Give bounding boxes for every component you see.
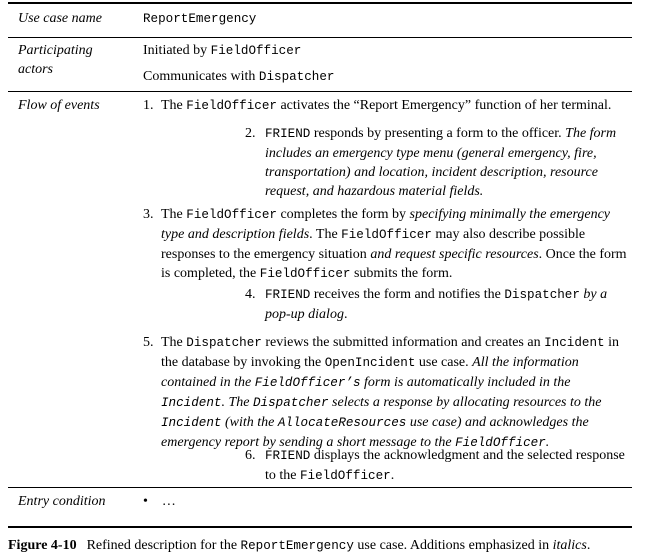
row-divider [8, 487, 632, 488]
flow-step-4: 4. FRIEND receives the form and notifies… [245, 285, 635, 324]
communicating-actor: Dispatcher [258, 70, 335, 84]
step-number: 3. [143, 207, 154, 222]
figure-caption: Figure 4-10 Refined description for the R… [8, 538, 591, 553]
communicates-with-text: Communicates with [143, 69, 259, 84]
row-divider [8, 91, 632, 92]
step-number: 6. [245, 448, 256, 463]
bullet: • [143, 494, 148, 509]
entry-condition-item: •… [143, 492, 176, 511]
step-text: FRIEND receives the form and notifies th… [265, 287, 608, 322]
entry-condition-value: … [161, 494, 176, 509]
step-text: The FieldOfficer activates the “Report E… [161, 98, 612, 113]
step-text: The FieldOfficer completes the form by s… [161, 207, 627, 281]
step-number: 2. [245, 126, 256, 141]
row-divider [8, 37, 632, 38]
participating-actors-label: Participating actors [18, 43, 93, 77]
step-number: 1. [143, 98, 154, 113]
initiated-by-text: Initiated by [143, 43, 211, 58]
figure-number: Figure 4-10 [8, 538, 77, 553]
flow-step-1: 1. The FieldOfficer activates the “Repor… [143, 96, 635, 116]
use-case-name-value: ReportEmergency [143, 12, 257, 26]
flow-step-3: 3. The FieldOfficer completes the form b… [143, 205, 635, 284]
step-text: The Dispatcher reviews the submitted inf… [161, 335, 619, 450]
step-text: FRIEND displays the acknowledgment and t… [265, 448, 625, 483]
flow-step-5: 5. The Dispatcher reviews the submitted … [143, 333, 635, 453]
flow-step-6: 6. FRIEND displays the acknowledgment an… [245, 446, 635, 486]
table-bottom-rule [8, 526, 632, 528]
use-case-name-label: Use case name [18, 11, 102, 26]
step-text: FRIEND responds by presenting a form to … [265, 126, 617, 199]
flow-step-2: 2. FRIEND responds by presenting a form … [245, 124, 635, 201]
step-number: 4. [245, 287, 256, 302]
caption-use-case: ReportEmergency [240, 539, 354, 553]
step-number: 5. [143, 335, 154, 350]
communicates-with-line: Communicates with Dispatcher [143, 67, 334, 87]
initiating-actor: FieldOfficer [210, 44, 302, 58]
table-top-rule [8, 2, 632, 4]
flow-of-events-label: Flow of events [18, 98, 100, 113]
initiated-by-line: Initiated by FieldOfficer [143, 41, 301, 61]
entry-condition-label: Entry condition [18, 494, 106, 509]
